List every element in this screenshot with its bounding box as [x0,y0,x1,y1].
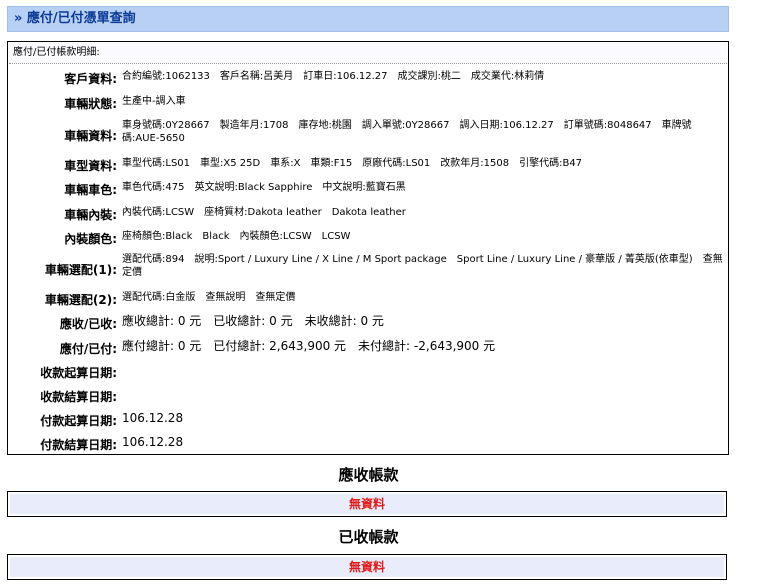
row-value: 應收總計: 0 元 已收總計: 0 元 未收總計: 0 元 [122,314,384,328]
received-section-title: 已收帳款 [338,528,399,546]
received-empty-state: 無資料 [7,554,727,580]
row-label: 車型資料: [64,159,117,173]
row-label: 付款起算日期: [40,414,117,428]
row-label: 付款結算日期: [40,438,117,452]
row-label: 收款結算日期: [40,390,117,404]
row-label: 應收/已收: [59,317,117,331]
row-label: 車輛資料: [64,129,117,143]
row-label: 車輛內裝: [64,208,117,222]
detail-caption: 應付/已付帳款明細: [9,43,727,64]
row-value: 生產中-調入車 [122,96,186,107]
row-label: 車輛選配(2): [44,293,117,307]
row-label: 車輛選配(1): [44,263,117,277]
row-label: 客戶資料: [64,72,117,86]
detail-panel: 應付/已付帳款明細: 客戶資料: 合約編號:1062133 客戶名稱:呂美月 訂… [7,41,729,455]
page-title-bar: » 應付/已付憑單查詢 [7,6,729,32]
row-value: 選配代碼:白金版 查無說明 查無定價 [122,292,296,303]
row-label: 應付/已付: [59,342,117,356]
row-value: 應付總計: 0 元 已付總計: 2,643,900 元 未付總計: -2,643… [122,339,496,353]
row-value: 車色代碼:475 英文說明:Black Sapphire 中文說明:藍寶石黑 [122,182,406,193]
row-value: 106.12.28 [122,411,184,425]
receivable-section-title: 應收帳款 [338,466,399,484]
row-value: 車身號碼:0Y28667 製造年月:1708 庫存地:桃園 調入單號:0Y286… [122,120,692,144]
row-label: 車輛車色: [64,183,117,197]
row-value: 座椅顏色:Black Black 內裝顏色:LCSW LCSW [122,231,351,242]
row-value: 選配代碼:894 說明:Sport / Luxury Line / X Line… [122,254,723,278]
row-label: 車輛狀態: [64,97,117,111]
row-value: 106.12.28 [122,435,184,449]
row-value: 合約編號:1062133 客戶名稱:呂美月 訂車日:106.12.27 成交課別… [122,71,545,82]
row-label: 內裝顏色: [64,232,117,246]
row-value: 車型代碼:LS01 車型:X5 25D 車系:X 車類:F15 原廠代碼:LS0… [122,158,583,169]
page-title: » 應付/已付憑單查詢 [14,11,136,26]
row-value: 內裝代碼:LCSW 座椅質材:Dakota leather Dakota lea… [122,207,406,218]
receivable-empty-state: 無資料 [7,491,727,517]
row-label: 收款起算日期: [40,366,117,380]
